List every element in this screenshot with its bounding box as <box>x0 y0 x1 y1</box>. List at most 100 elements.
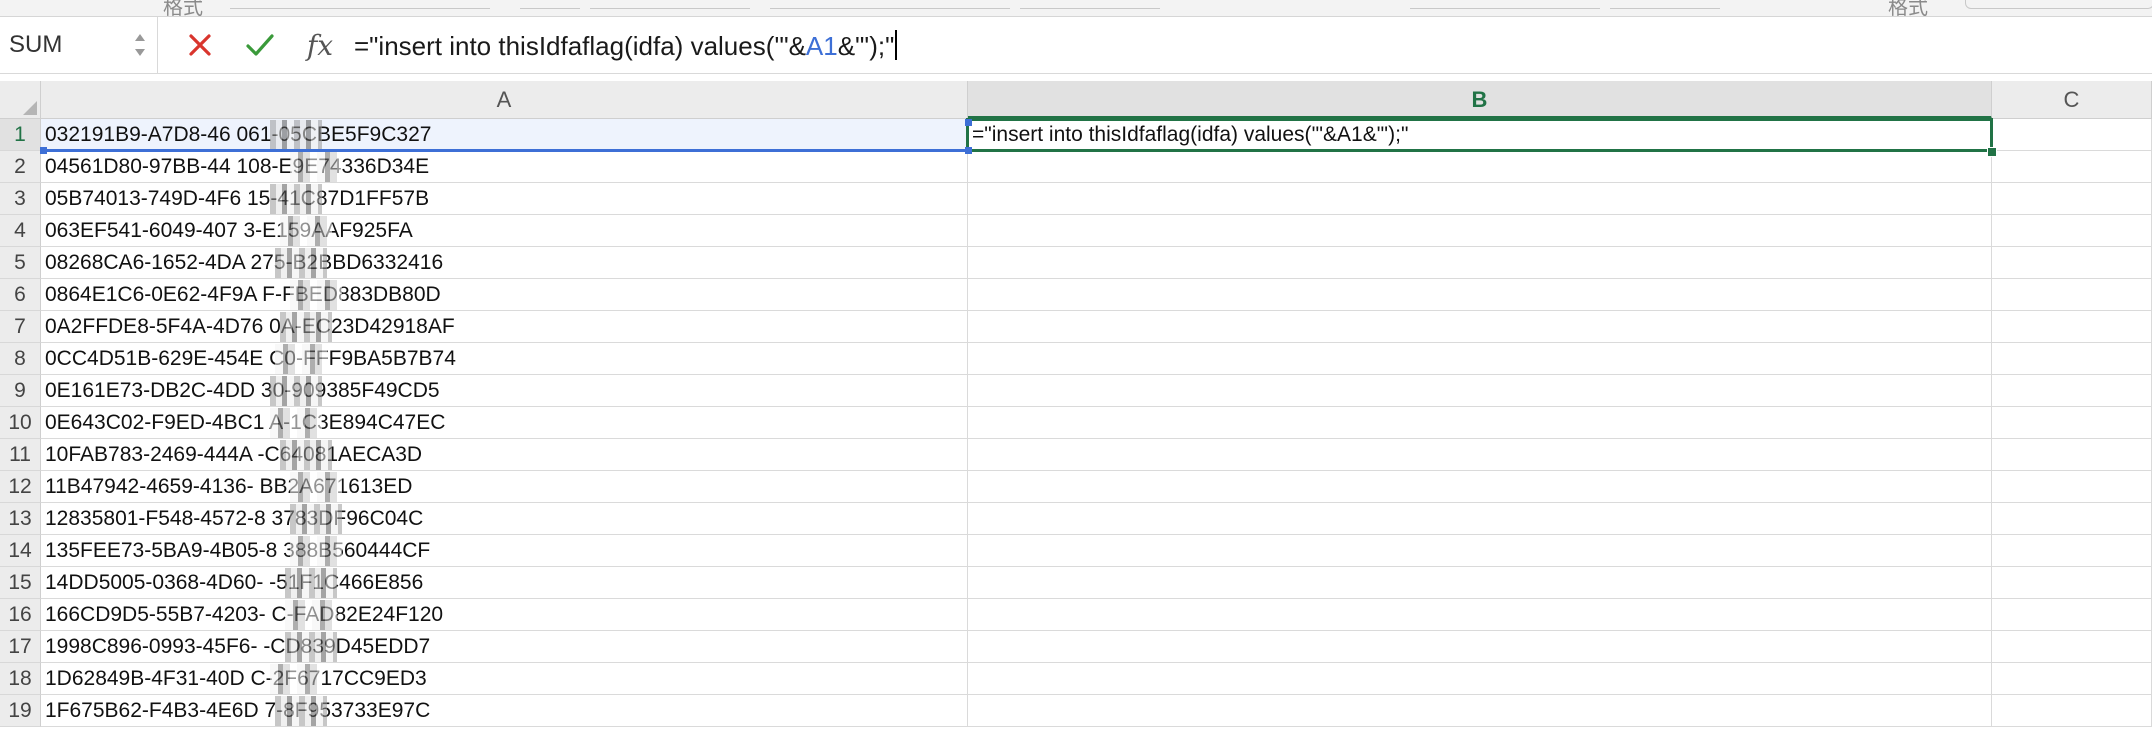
cell-c[interactable] <box>1992 471 2152 503</box>
cell-c[interactable] <box>1992 375 2152 407</box>
cell-b[interactable] <box>968 375 1992 407</box>
cell-a[interactable]: 1D62849B-4F31-40D C-2F6717CC9ED3 <box>41 663 968 695</box>
cancel-formula-button[interactable] <box>180 27 220 63</box>
row-header[interactable]: 2 <box>0 151 41 183</box>
cell-a[interactable]: 0864E1C6-0E62-4F9A F-FBED883DB80D <box>41 279 968 311</box>
row-header[interactable]: 5 <box>0 247 41 279</box>
cell-a[interactable]: 08268CA6-1652-4DA 275-B2BBD6332416 <box>41 247 968 279</box>
cell-b[interactable] <box>968 151 1992 183</box>
cell-a[interactable]: 0E643C02-F9ED-4BC1 A-1C3E894C47EC <box>41 407 968 439</box>
cell-c[interactable] <box>1992 215 2152 247</box>
select-all-corner[interactable] <box>0 81 41 119</box>
cell-b[interactable]: ="insert into thisIdfaflag(idfa) values(… <box>968 119 1992 151</box>
cell-b[interactable] <box>968 695 1992 727</box>
ribbon-control <box>520 0 580 9</box>
cell-b[interactable] <box>968 311 1992 343</box>
cell-a[interactable]: 05B74013-749D-4F6 15-41C87D1FF57B <box>41 183 968 215</box>
cell-b[interactable] <box>968 631 1992 663</box>
cell-b[interactable] <box>968 343 1992 375</box>
cell-b[interactable] <box>968 471 1992 503</box>
cell-b[interactable] <box>968 215 1992 247</box>
cell-c[interactable] <box>1992 343 2152 375</box>
formula-input[interactable]: ="insert into thisIdfaflag(idfa) values(… <box>354 30 898 62</box>
cell-c[interactable] <box>1992 151 2152 183</box>
cell-b[interactable] <box>968 247 1992 279</box>
formula-bar: SUM fx ="insert into thisIdfaflag(idfa) … <box>0 17 2152 74</box>
cell-c[interactable] <box>1992 695 2152 727</box>
cell-a[interactable]: 0E161E73-DB2C-4DD 30-909385F49CD5 <box>41 375 968 407</box>
cell-c[interactable] <box>1992 439 2152 471</box>
row-header[interactable]: 15 <box>0 567 41 599</box>
cell-c[interactable] <box>1992 535 2152 567</box>
row-header[interactable]: 12 <box>0 471 41 503</box>
redaction-mosaic <box>275 248 327 278</box>
cell-a[interactable]: 04561D80-97BB-44 108-E9E74336D34E <box>41 151 968 183</box>
cell-b[interactable] <box>968 407 1992 439</box>
cell-a[interactable]: 135FEE73-5BA9-4B05-8 388B560444CF <box>41 535 968 567</box>
redaction-mosaic <box>285 568 337 598</box>
cell-b[interactable] <box>968 567 1992 599</box>
enter-formula-button[interactable] <box>240 27 280 63</box>
cell-a[interactable]: 12835801-F548-4572-8 3783DF96C04C <box>41 503 968 535</box>
cell-c[interactable] <box>1992 567 2152 599</box>
cross-icon <box>189 34 211 56</box>
row-header[interactable]: 7 <box>0 311 41 343</box>
row-header[interactable]: 17 <box>0 631 41 663</box>
cell-b[interactable] <box>968 599 1992 631</box>
cell-c[interactable] <box>1992 631 2152 663</box>
cell-a[interactable]: 0A2FFDE8-5F4A-4D76 0A-EC23D42918AF <box>41 311 968 343</box>
column-header-b[interactable]: B <box>968 81 1992 119</box>
row-header[interactable]: 3 <box>0 183 41 215</box>
row-header[interactable]: 19 <box>0 695 41 727</box>
cell-a[interactable]: 1F675B62-F4B3-4E6D 7-8F953733E97C <box>41 695 968 727</box>
cell-c[interactable] <box>1992 599 2152 631</box>
column-header-c[interactable]: C <box>1992 81 2152 119</box>
row-header[interactable]: 6 <box>0 279 41 311</box>
cell-c[interactable] <box>1992 279 2152 311</box>
reference-handle[interactable] <box>965 119 972 126</box>
cell-b[interactable] <box>968 663 1992 695</box>
row-header[interactable]: 1 <box>0 119 41 151</box>
ribbon-control <box>230 0 490 9</box>
ribbon-control <box>1410 0 1600 9</box>
reference-handle[interactable] <box>965 147 972 154</box>
cell-b[interactable] <box>968 279 1992 311</box>
cell-a[interactable]: 14DD5005-0368-4D60- -51F1C466E856 <box>41 567 968 599</box>
column-header-a[interactable]: A <box>41 81 968 119</box>
cell-a[interactable]: 032191B9-A7D8-46 061-05CBE5F9C327 <box>41 119 968 151</box>
cell-a[interactable]: 10FAB783-2469-444A -C64081AECA3D <box>41 439 968 471</box>
cell-c[interactable] <box>1992 119 2152 151</box>
row-header[interactable]: 16 <box>0 599 41 631</box>
row-header[interactable]: 4 <box>0 215 41 247</box>
cell-a[interactable]: 1998C896-0993-45F6- -CD839D45EDD7 <box>41 631 968 663</box>
row-header[interactable]: 14 <box>0 535 41 567</box>
cell-c[interactable] <box>1992 247 2152 279</box>
row-header[interactable]: 10 <box>0 407 41 439</box>
redaction-mosaic <box>280 216 332 246</box>
cell-b[interactable] <box>968 503 1992 535</box>
cell-b[interactable] <box>968 439 1992 471</box>
row-header[interactable]: 8 <box>0 343 41 375</box>
cell-a[interactable]: 0CC4D51B-629E-454E C0-FFF9BA5B7B74 <box>41 343 968 375</box>
cell-a[interactable]: 166CD9D5-55B7-4203- C-FAD82E24F120 <box>41 599 968 631</box>
cell-c[interactable] <box>1992 311 2152 343</box>
fill-handle[interactable] <box>1987 147 1997 157</box>
insert-function-button[interactable]: fx <box>300 27 340 63</box>
cell-c[interactable] <box>1992 407 2152 439</box>
row-header[interactable]: 11 <box>0 439 41 471</box>
cell-c[interactable] <box>1992 663 2152 695</box>
name-box-value: SUM <box>9 31 63 58</box>
cell-a[interactable]: 063EF541-6049-407 3-E159AAF925FA <box>41 215 968 247</box>
name-box[interactable]: SUM <box>0 17 158 73</box>
row-header[interactable]: 13 <box>0 503 41 535</box>
row-header[interactable]: 18 <box>0 663 41 695</box>
cell-c[interactable] <box>1992 183 2152 215</box>
stepper-arrows-icon[interactable] <box>132 30 148 60</box>
reference-handle[interactable] <box>40 147 47 154</box>
cell-c[interactable] <box>1992 503 2152 535</box>
cell-a[interactable]: 11B47942-4659-4136- BB2A671613ED <box>41 471 968 503</box>
row-header[interactable]: 9 <box>0 375 41 407</box>
cell-b[interactable] <box>968 183 1992 215</box>
text-caret <box>895 30 898 60</box>
cell-b[interactable] <box>968 535 1992 567</box>
